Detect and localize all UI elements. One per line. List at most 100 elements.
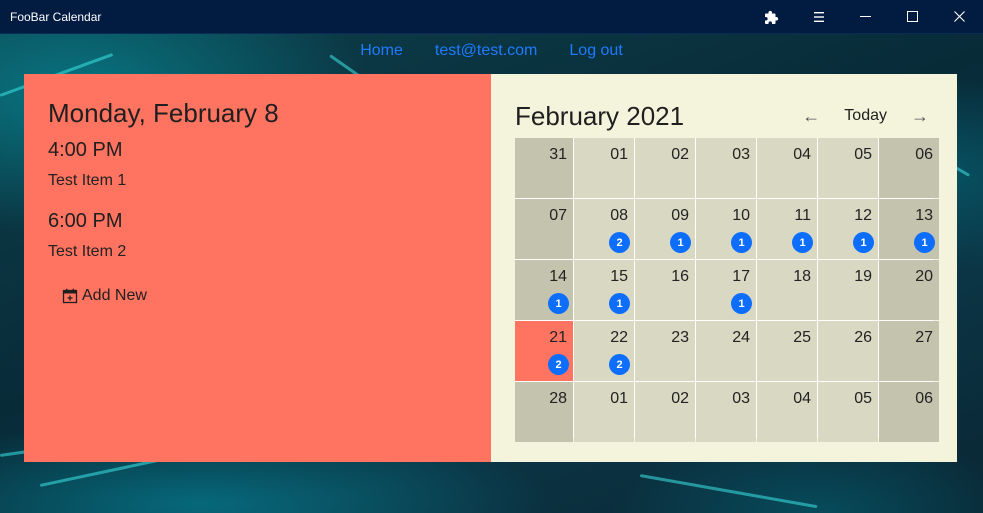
- day-detail-panel: Monday, February 8 4:00 PM Test Item 1 6…: [24, 74, 491, 462]
- calendar-day[interactable]: 22 2: [574, 321, 634, 381]
- day-number: 18: [793, 268, 811, 285]
- day-number: 25: [793, 329, 811, 346]
- title-bar: FooBar Calendar: [0, 0, 983, 34]
- day-number: 05: [854, 390, 872, 407]
- day-number: 03: [732, 146, 750, 163]
- event-count-badge: 1: [670, 232, 691, 253]
- calendar-day[interactable]: 16: [635, 260, 695, 320]
- calendar-day[interactable]: 01: [574, 138, 634, 198]
- event-count-badge: 1: [731, 293, 752, 314]
- day-number: 08: [610, 207, 628, 224]
- maximize-button[interactable]: [889, 0, 936, 34]
- calendar-day[interactable]: 10 1: [696, 199, 756, 259]
- nav-logout-link[interactable]: Log out: [569, 42, 622, 66]
- calendar-day[interactable]: 14 1: [515, 260, 573, 320]
- day-number: 01: [610, 146, 628, 163]
- calendar-day[interactable]: 23: [635, 321, 695, 381]
- calendar-day[interactable]: 26: [818, 321, 878, 381]
- menu-icon: [813, 11, 824, 22]
- previous-month-button[interactable]: ←: [798, 106, 824, 127]
- event-count-badge: 1: [853, 232, 874, 253]
- today-button[interactable]: Today: [840, 107, 891, 125]
- event-name: Test Item 2: [48, 243, 127, 260]
- maximize-icon: [907, 11, 918, 22]
- calendar-day[interactable]: 17 1: [696, 260, 756, 320]
- selected-day-title: Monday, February 8: [48, 98, 279, 128]
- minimize-icon: [860, 16, 871, 17]
- calendar-day[interactable]: 11 1: [757, 199, 817, 259]
- calendar-day[interactable]: 05: [818, 138, 878, 198]
- calendar-day[interactable]: 18: [757, 260, 817, 320]
- calendar-day[interactable]: 28: [515, 382, 573, 442]
- calendar-day[interactable]: 01: [574, 382, 634, 442]
- day-number: 02: [671, 390, 689, 407]
- top-nav: Home test@test.com Log out: [0, 42, 983, 66]
- puzzle-icon: [764, 10, 778, 24]
- calendar-header: February 2021 ← Today →: [515, 96, 933, 136]
- day-number: 24: [732, 329, 750, 346]
- calendar-day[interactable]: 04: [757, 382, 817, 442]
- day-number: 03: [732, 390, 750, 407]
- event-item[interactable]: 4:00 PM Test Item 1: [48, 139, 467, 190]
- day-number: 01: [610, 390, 628, 407]
- close-button[interactable]: [936, 0, 983, 34]
- calendar-day[interactable]: 06: [879, 382, 939, 442]
- add-new-button[interactable]: Add New: [62, 287, 147, 305]
- minimize-button[interactable]: [842, 0, 889, 34]
- event-count-badge: 1: [731, 232, 752, 253]
- day-number: 20: [915, 268, 933, 285]
- calendar-day[interactable]: 05: [818, 382, 878, 442]
- calendar-day[interactable]: 24: [696, 321, 756, 381]
- event-item[interactable]: 6:00 PM Test Item 2: [48, 210, 467, 261]
- calendar-day[interactable]: 25: [757, 321, 817, 381]
- calendar-day[interactable]: 02: [635, 138, 695, 198]
- day-number: 02: [671, 146, 689, 163]
- calendar-day[interactable]: 08 2: [574, 199, 634, 259]
- event-count-badge: 1: [914, 232, 935, 253]
- day-number: 13: [915, 207, 933, 224]
- calendar-day[interactable]: 20: [879, 260, 939, 320]
- calendar-day[interactable]: 02: [635, 382, 695, 442]
- event-name: Test Item 1: [48, 172, 127, 189]
- day-number: 10: [732, 207, 750, 224]
- extensions-button[interactable]: [748, 0, 795, 34]
- day-number: 28: [549, 390, 567, 407]
- day-number: 23: [671, 329, 689, 346]
- day-number: 05: [854, 146, 872, 163]
- day-number: 27: [915, 329, 933, 346]
- nav-user-link[interactable]: test@test.com: [435, 42, 538, 66]
- nav-home-link[interactable]: Home: [360, 42, 403, 66]
- calendar-day[interactable]: 12 1: [818, 199, 878, 259]
- app-title: FooBar Calendar: [10, 9, 102, 24]
- calendar-day[interactable]: 19: [818, 260, 878, 320]
- event-count-badge: 1: [548, 293, 569, 314]
- next-month-button[interactable]: →: [907, 106, 933, 127]
- day-number: 09: [671, 207, 689, 224]
- day-number: 31: [549, 146, 567, 163]
- event-time: 6:00 PM: [48, 210, 123, 232]
- calendar-day[interactable]: 15 1: [574, 260, 634, 320]
- menu-button[interactable]: [795, 0, 842, 34]
- calendar-day-selected[interactable]: 21 2: [515, 321, 573, 381]
- calendar-day[interactable]: 06: [879, 138, 939, 198]
- calendar-day[interactable]: 09 1: [635, 199, 695, 259]
- day-number: 06: [915, 146, 933, 163]
- day-number: 15: [610, 268, 628, 285]
- calendar-day[interactable]: 07: [515, 199, 573, 259]
- calendar-day[interactable]: 03: [696, 138, 756, 198]
- day-number: 06: [915, 390, 933, 407]
- day-number: 21: [549, 329, 567, 346]
- calendar-day[interactable]: 04: [757, 138, 817, 198]
- calendar-day[interactable]: 27: [879, 321, 939, 381]
- event-count-badge: 2: [609, 354, 630, 375]
- day-number: 17: [732, 268, 750, 285]
- event-count-badge: 1: [609, 293, 630, 314]
- calendar-day[interactable]: 31: [515, 138, 573, 198]
- day-number: 04: [793, 390, 811, 407]
- calendar-plus-icon: [62, 288, 78, 304]
- day-number: 11: [794, 207, 811, 224]
- calendar-day[interactable]: 03: [696, 382, 756, 442]
- event-count-badge: 2: [609, 232, 630, 253]
- day-number: 07: [549, 207, 567, 224]
- calendar-day[interactable]: 13 1: [879, 199, 939, 259]
